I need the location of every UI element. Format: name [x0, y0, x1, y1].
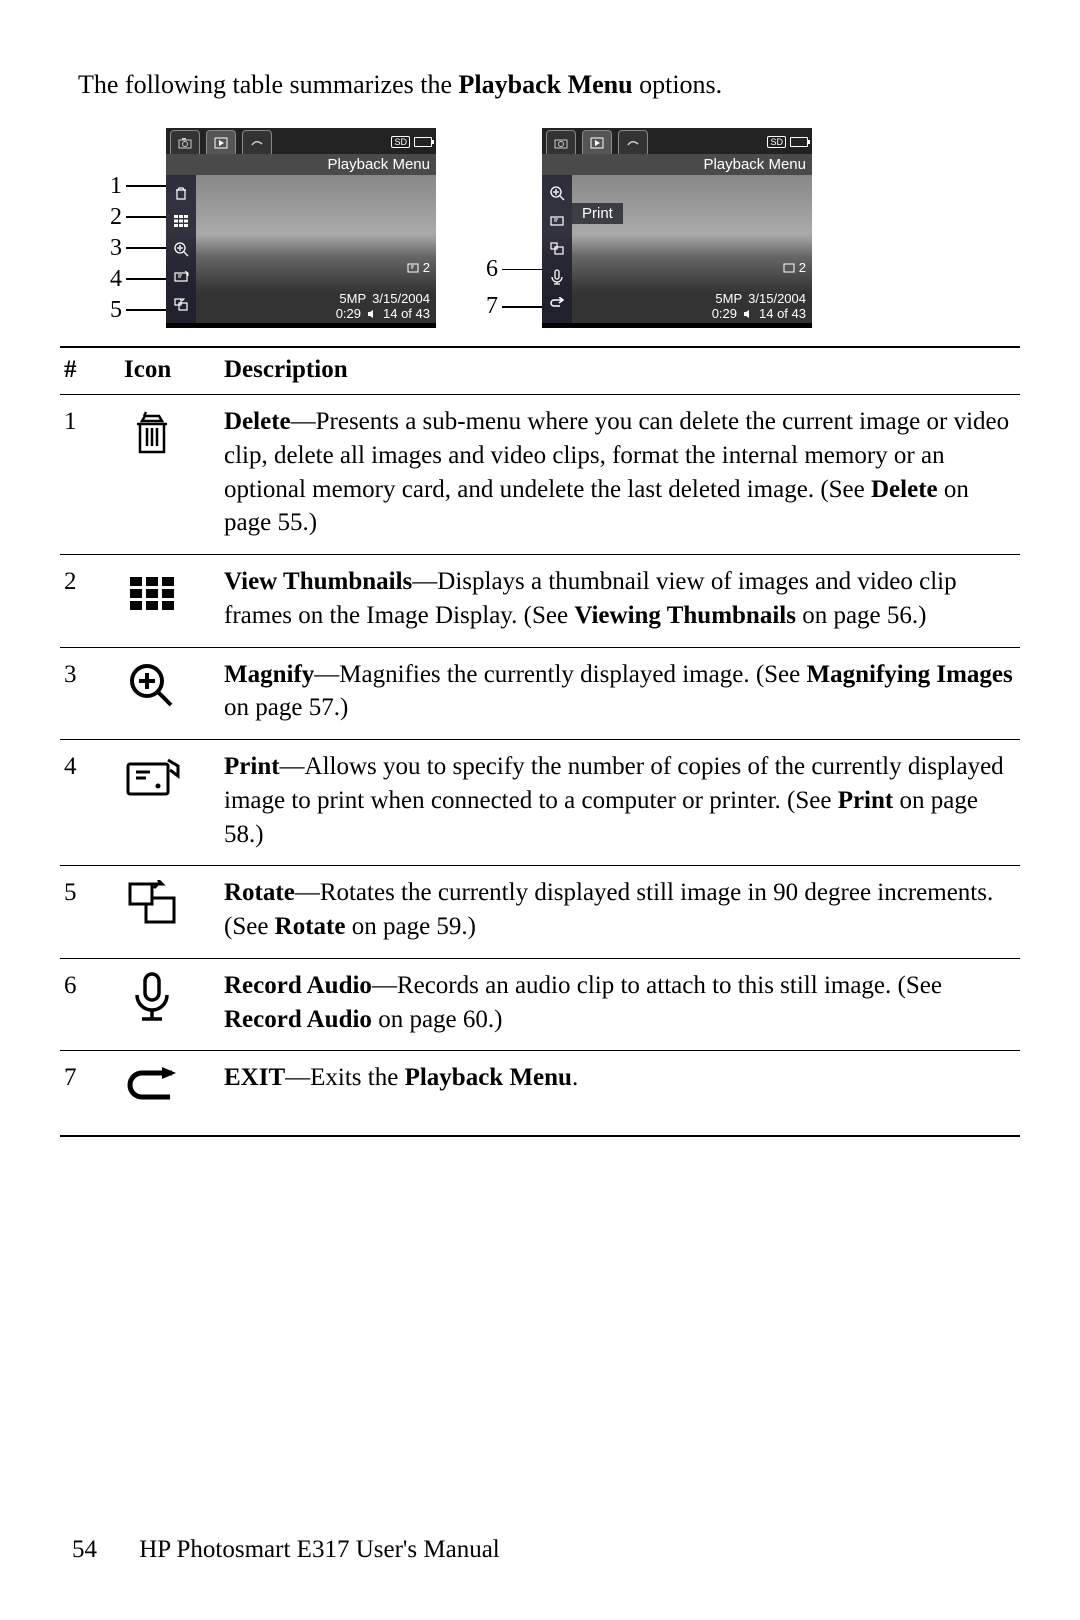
row-icon [124, 969, 180, 1025]
print-count-badge: 2 [407, 260, 430, 275]
camera-screen-left: SD Playback Menu 2 5MP 3/15/2004 0:29 14 o… [166, 128, 436, 328]
photo-info-r: 5MP3/15/2004 0:2914 of 43 [712, 291, 806, 321]
callout-6: 6 [476, 256, 542, 283]
print-count-badge: 2 [783, 260, 806, 275]
row-desc: Magnify—Magnifies the currently displaye… [220, 647, 1020, 740]
callout-4: 4 [100, 266, 166, 293]
callout-3: 3 [100, 235, 166, 262]
sidebar-icons-right [542, 175, 572, 323]
row-icon [124, 565, 180, 621]
manual-title: HP Photosmart E317 User's Manual [139, 1536, 500, 1563]
magnify-icon [547, 183, 567, 203]
intro-suffix: options. [633, 70, 723, 99]
intro-bold: Playback Menu [459, 70, 633, 99]
screenshot-right-group: 6 7 SD Playback Menu [476, 128, 812, 328]
sd-icon: SD [391, 136, 410, 148]
sidebar-icons-left [166, 175, 196, 323]
row-num: 1 [60, 395, 120, 555]
row-icon [124, 658, 180, 714]
header-desc: Description [220, 347, 1020, 395]
thumbnails-icon [171, 211, 191, 231]
photo-area: 2 5MP 3/15/2004 0:29 14 of 43 [166, 175, 436, 323]
speaker-icon [743, 309, 753, 319]
row-icon [124, 876, 180, 932]
speaker-icon [367, 309, 377, 319]
date-text: 3/15/2004 [372, 291, 430, 306]
row-num: 4 [60, 740, 120, 866]
sd-icon: SD [767, 136, 786, 148]
setup-tab-icon [618, 130, 648, 154]
callout-1: 1 [100, 173, 166, 200]
row-desc: View Thumbnails—Displays a thumbnail vie… [220, 555, 1020, 648]
rotate-icon [171, 295, 191, 315]
photo-info: 5MP 3/15/2004 0:29 14 of 43 [336, 291, 430, 321]
rotate-icon [547, 239, 567, 259]
status-icons: SD [391, 136, 432, 148]
row-desc: EXIT—Exits the Playback Menu. [220, 1051, 1020, 1136]
battery-icon [790, 137, 808, 147]
resolution-text: 5MP [339, 291, 366, 306]
row-desc: Record Audio—Records an audio clip to at… [220, 958, 1020, 1051]
callouts-left: 1 2 3 4 5 [100, 131, 166, 326]
row-icon [124, 750, 180, 806]
camera-screen-right: SD Playback Menu Print 2 5MP3/15/2004 0:… [542, 128, 812, 328]
print-icon [171, 267, 191, 287]
playback-tab-icon [582, 130, 612, 154]
callout-5: 5 [100, 297, 166, 324]
row-num: 6 [60, 958, 120, 1051]
print-highlight: Print [572, 203, 623, 224]
time-text: 0:29 [336, 306, 361, 321]
intro-prefix: The following table summarizes the [78, 70, 459, 99]
battery-icon [414, 137, 432, 147]
header-num: # [60, 347, 120, 395]
camera-tab-icon [170, 130, 200, 154]
row-desc: Rotate—Rotates the currently displayed s… [220, 866, 1020, 959]
photo-area-r: Print 2 5MP3/15/2004 0:2914 of 43 [542, 175, 812, 323]
delete-icon [171, 183, 191, 203]
playback-tab-icon [206, 130, 236, 154]
menu-title-bar-r: Playback Menu [542, 154, 812, 175]
row-num: 2 [60, 555, 120, 648]
row-icon [124, 405, 180, 461]
screen-tabs: SD [166, 128, 436, 154]
row-desc: Print—Allows you to specify the number o… [220, 740, 1020, 866]
print-icon [547, 211, 567, 231]
counter-text: 14 of 43 [383, 306, 430, 321]
row-num: 3 [60, 647, 120, 740]
setup-tab-icon [242, 130, 272, 154]
callout-2: 2 [100, 204, 166, 231]
options-table: # Icon Description 1 Delete—Presents a su… [60, 346, 1020, 1137]
row-num: 7 [60, 1051, 120, 1136]
page-number: 54 [72, 1536, 97, 1563]
camera-tab-icon [546, 130, 576, 154]
magnify-icon [171, 239, 191, 259]
menu-title-bar: Playback Menu [166, 154, 436, 175]
header-icon: Icon [120, 347, 220, 395]
row-num: 5 [60, 866, 120, 959]
callouts-right: 6 7 [476, 131, 542, 326]
screen-tabs-r: SD [542, 128, 812, 154]
row-desc: Delete—Presents a sub-menu where you can… [220, 395, 1020, 555]
intro-text: The following table summarizes the Playb… [78, 70, 1020, 100]
exit-icon [547, 295, 567, 315]
row-icon [124, 1061, 180, 1117]
mic-icon [547, 267, 567, 287]
callout-7: 7 [476, 293, 542, 320]
screenshot-left-group: 1 2 3 4 5 SD Playback Menu [100, 128, 436, 328]
screenshots-row: 1 2 3 4 5 SD Playback Menu [100, 128, 1020, 328]
page-footer: 54 HP Photosmart E317 User's Manual [72, 1536, 500, 1564]
